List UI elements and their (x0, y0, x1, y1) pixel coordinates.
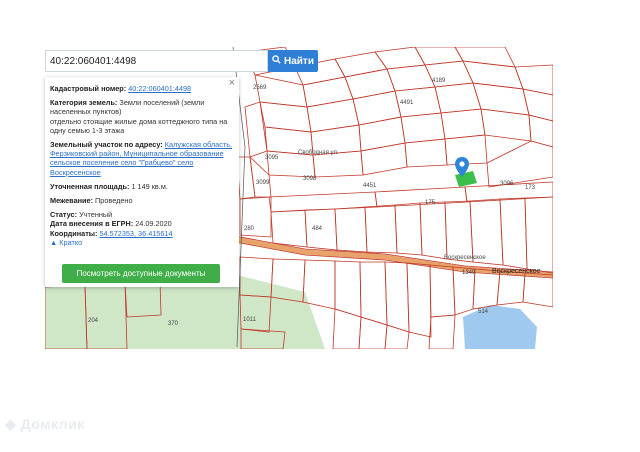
parcel-label: 484 (312, 226, 323, 232)
parcel-label: 2569 (253, 85, 267, 91)
coords-link[interactable]: 54.572353, 36.415614 (100, 229, 173, 238)
watermark-logo-icon: ◆ (5, 416, 21, 432)
street-label: Свободная ул. (298, 150, 339, 156)
status-value: Учтенный (79, 210, 113, 220)
watermark: ◆ Домклик (5, 416, 85, 433)
view-documents-button[interactable]: Посмотреть доступные документы (62, 264, 220, 283)
parcel-label: 1011 (243, 317, 256, 323)
search-icon (272, 55, 281, 67)
area-value: 1 149 кв.м. (131, 181, 168, 191)
cadastral-label: Кадастровый номер: (50, 84, 127, 93)
status-label: Статус: (50, 210, 78, 220)
parcel-label: 3098 (303, 176, 317, 182)
chevron-up-icon: ▲ (50, 237, 58, 247)
parcel-info-panel: × Кадастровый номер: 40:22:060401:4498 К… (45, 77, 239, 287)
parcel-label: 4491 (400, 100, 414, 106)
coords-row: Координаты: 54.572353, 36.415614 (50, 229, 233, 238)
parcel-label: 3095 (265, 155, 279, 161)
parcel-label: 204 (88, 318, 99, 324)
parcel-label: 370 (168, 321, 179, 327)
parcel-label: 173 (525, 185, 536, 191)
parcel-label: 4451 (363, 183, 377, 189)
location-marker-icon[interactable] (455, 157, 469, 182)
search-button-label: Найти (284, 55, 314, 67)
address-label: Земельный участок по адресу: (50, 140, 163, 150)
address-row: Земельный участок по адресу: Калужская о… (50, 140, 233, 177)
close-icon[interactable]: × (229, 77, 235, 88)
survey-label: Межевание: (50, 196, 94, 206)
watermark-text: Домклик (20, 416, 85, 432)
use-value: отдельно стоящие жилые дома коттеджного … (50, 116, 228, 135)
area-label: Уточненная площадь: (50, 181, 130, 191)
cadastral-link[interactable]: 40:22:060401:4498 (128, 84, 191, 93)
parcel-label: 514 (478, 309, 489, 315)
search-input[interactable] (46, 51, 267, 72)
short-toggle[interactable]: ▲ Кратко (50, 238, 233, 247)
parcel-label: 4189 (432, 78, 446, 84)
coords-label: Координаты: (50, 228, 98, 238)
area-row: Уточненная площадь: 1 149 кв.м. (50, 182, 233, 191)
parcel-label: 1349 (462, 270, 476, 276)
survey-row: Межевание: Проведено (50, 196, 233, 205)
village-label: Воскресенское (492, 268, 541, 275)
parcel-label: 3096 (500, 181, 514, 187)
search-button[interactable]: Найти (268, 50, 318, 72)
search-field[interactable] (45, 50, 268, 72)
date-value: 24.09.2020 (135, 219, 172, 229)
village-small-label: Воскресенское (444, 255, 486, 261)
parcel-label: 175 (425, 200, 436, 206)
cadastral-row: Кадастровый номер: 40:22:060401:4498 (50, 84, 233, 93)
date-row: Дата внесения в ЕГРН: 24.09.2020 (50, 219, 233, 228)
category-row: Категория земель: Земли поселений (земли… (50, 98, 233, 135)
water-body (463, 305, 537, 349)
date-label: Дата внесения в ЕГРН: (50, 219, 134, 229)
parcel-label: 280 (244, 226, 255, 232)
short-link[interactable]: Кратко (59, 238, 82, 247)
survey-value: Проведено (95, 196, 133, 206)
category-label: Категория земель: (50, 98, 118, 108)
parcel-label: 3099 (256, 180, 270, 186)
status-row: Статус: Учтенный (50, 210, 233, 219)
